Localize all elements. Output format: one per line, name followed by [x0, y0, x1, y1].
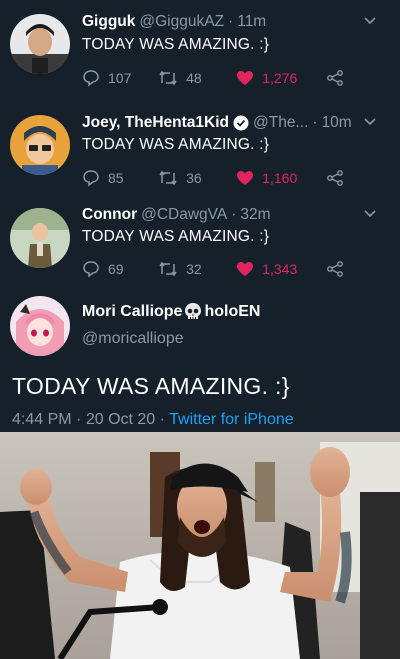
separator-dot: ·: [312, 114, 318, 131]
retweet-count: 36: [186, 170, 202, 186]
tweet-meta: 4:44 PM · 20 Oct 20 · Twitter for iPhone: [12, 411, 294, 429]
avatar[interactable]: [10, 208, 70, 268]
reply-count: 85: [108, 170, 124, 186]
tweet-card[interactable]: Gigguk @GiggukAZ · 11m TODAY WAS AMAZING…: [0, 0, 400, 98]
reply-icon: [83, 261, 99, 278]
verified-icon: [233, 115, 249, 131]
reply-icon: [83, 170, 99, 187]
tweet-card[interactable]: Joey, TheHenta1Kid @The... · 10m TODAY W…: [0, 98, 400, 198]
retweet-button[interactable]: 32: [158, 260, 236, 278]
tweet-actions: 107 48 1,276: [82, 67, 352, 89]
heart-icon: [237, 71, 254, 85]
tweet-feed: Gigguk @GiggukAZ · 11m TODAY WAS AMAZING…: [0, 0, 400, 432]
avatar[interactable]: [10, 115, 70, 175]
reaction-photo: [0, 432, 400, 659]
chevron-down-icon[interactable]: [362, 114, 378, 130]
share-icon: [327, 170, 343, 186]
user-handle[interactable]: @CDawgVA: [141, 206, 227, 224]
tweet-header: Joey, TheHenta1Kid @The... · 10m: [82, 112, 390, 134]
retweet-button[interactable]: 48: [158, 69, 236, 87]
tweet-time[interactable]: 4:44 PM: [12, 411, 72, 428]
retweet-icon: [159, 170, 177, 186]
reply-icon: [83, 70, 99, 87]
tweet-source-link[interactable]: Twitter for iPhone: [169, 411, 294, 428]
like-button[interactable]: 1,160: [236, 169, 326, 187]
main-tweet-text: TODAY WAS AMAZING. :}: [12, 373, 290, 399]
like-count: 1,276: [262, 70, 298, 86]
separator-dot: ·: [228, 13, 234, 30]
timestamp[interactable]: 32m: [240, 206, 270, 224]
tweet-actions: 69 32 1,343: [82, 258, 352, 280]
reply-button[interactable]: 107: [82, 69, 158, 87]
reply-count: 69: [108, 261, 124, 277]
separator-dot: ·: [159, 411, 170, 428]
reply-button[interactable]: 85: [82, 169, 158, 187]
tweet-header: Gigguk @GiggukAZ · 11m: [82, 11, 390, 33]
main-display-name[interactable]: Mori Calliope holoEN: [82, 302, 260, 322]
share-button[interactable]: [326, 260, 352, 278]
display-name[interactable]: Joey, TheHenta1Kid: [82, 114, 229, 132]
reply-count: 107: [108, 70, 132, 86]
tweet-text: TODAY WAS AMAZING. :}: [82, 36, 270, 53]
tweet-date[interactable]: 20 Oct 20: [86, 411, 155, 428]
display-name-part2: holoEN: [204, 303, 261, 320]
retweet-count: 32: [186, 261, 202, 277]
tweet-text: TODAY WAS AMAZING. :}: [82, 228, 270, 245]
heart-icon: [237, 262, 254, 276]
like-button[interactable]: 1,343: [236, 260, 326, 278]
display-name[interactable]: Connor: [82, 206, 137, 224]
chevron-down-icon[interactable]: [362, 206, 378, 222]
tweet-card[interactable]: Connor @CDawgVA · 32m TODAY WAS AMAZING.…: [0, 198, 400, 290]
separator-dot: ·: [231, 206, 237, 223]
share-icon: [327, 261, 343, 277]
retweet-button[interactable]: 36: [158, 169, 236, 187]
share-button[interactable]: [326, 169, 352, 187]
avatar[interactable]: [10, 14, 70, 74]
main-avatar[interactable]: [10, 296, 70, 356]
tweet-text: TODAY WAS AMAZING. :}: [82, 136, 270, 153]
share-icon: [327, 70, 343, 86]
retweet-icon: [159, 261, 177, 277]
share-button[interactable]: [326, 69, 352, 87]
retweet-icon: [159, 70, 177, 86]
reply-button[interactable]: 69: [82, 260, 158, 278]
like-count: 1,343: [262, 261, 298, 277]
display-name-part1: Mori Calliope: [82, 303, 183, 320]
heart-icon: [237, 171, 254, 185]
timestamp[interactable]: 10m: [322, 114, 352, 132]
like-count: 1,160: [262, 170, 298, 186]
main-user-handle[interactable]: @moricalliope: [82, 330, 184, 348]
timestamp[interactable]: 11m: [237, 13, 266, 31]
user-handle[interactable]: @The...: [253, 114, 308, 132]
display-name[interactable]: Gigguk: [82, 13, 135, 31]
user-handle[interactable]: @GiggukAZ: [139, 13, 224, 31]
chevron-down-icon[interactable]: [362, 13, 378, 29]
like-button[interactable]: 1,276: [236, 69, 326, 87]
tweet-actions: 85 36 1,160: [82, 167, 352, 189]
retweet-count: 48: [186, 70, 202, 86]
skull-icon: [185, 303, 202, 319]
separator-dot: ·: [76, 411, 86, 428]
tweet-header: Connor @CDawgVA · 32m: [82, 204, 390, 226]
